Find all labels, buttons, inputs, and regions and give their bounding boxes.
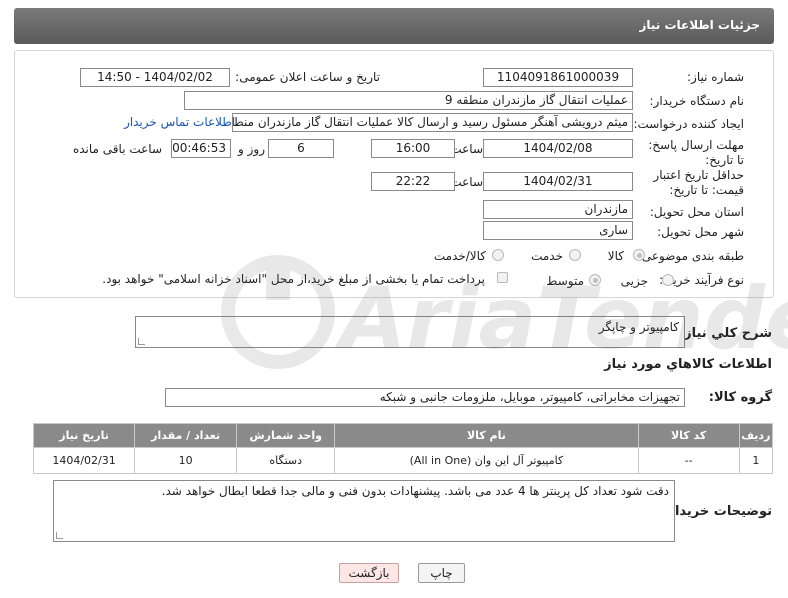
reply-time-label: ساعت	[450, 142, 483, 156]
summary-text: کامپیوتر و چاپگر	[598, 320, 679, 334]
goods-table: ردیف کد کالا نام کالا واحد شمارش تعداد /…	[32, 423, 774, 474]
city-label: شهر محل تحویل:	[657, 225, 744, 239]
col-row: ردیف	[738, 423, 774, 448]
buyer-org-label: نام دستگاه خریدار:	[649, 94, 745, 108]
buyer-notes-textarea[interactable]: دقت شود تعداد کل پرینتر ها 4 عدد می باشد…	[53, 480, 675, 542]
purchase-partial-label: جزیی	[620, 274, 648, 288]
col-unit: واحد شمارش	[236, 423, 336, 448]
purchase-medium-label: متوسط	[546, 274, 584, 288]
days-and-label: روز و	[238, 142, 265, 156]
reply-remaining-field: 00:46:53	[171, 139, 231, 158]
reply-date-field: 1404/02/08	[483, 139, 633, 158]
cell-row: 1	[738, 447, 774, 474]
reply-time-field: 16:00	[371, 139, 455, 158]
announce-datetime-field: 1404/02/02 - 14:50	[80, 68, 230, 87]
category-service-radio[interactable]	[569, 249, 581, 261]
goods-table-header: ردیف کد کالا نام کالا واحد شمارش تعداد /…	[32, 423, 774, 448]
resize-grip-icon	[138, 338, 145, 345]
price-time-label: ساعت	[450, 175, 483, 189]
remaining-label: ساعت باقی مانده	[72, 142, 162, 156]
print-button[interactable]: چاپ	[418, 563, 465, 583]
col-date: تاریخ نیاز	[32, 423, 136, 448]
buyer-notes-label: توضیحات خریدار:	[662, 504, 772, 519]
col-code: کد کالا	[637, 423, 740, 448]
col-name: نام کالا	[334, 423, 639, 448]
treasury-note: پرداخت تمام یا بخشی از مبلغ خرید،از محل …	[102, 272, 485, 286]
purchase-medium-radio[interactable]	[589, 274, 601, 286]
goods-group-field: تجهیزات مخابراتی، کامپیوتر، موبایل، ملزو…	[165, 388, 685, 407]
creator-field: میثم درویشی آهنگر مسئول رسید و ارسال کال…	[232, 113, 633, 132]
purchase-partial-radio[interactable]	[662, 274, 674, 286]
table-row: 1 -- کامپیوتر آل این وان (All in One) دس…	[32, 447, 774, 474]
buyer-org-field: عملیات انتقال گاز مازندران منطقه 9	[184, 91, 633, 110]
province-label: استان محل تحویل:	[649, 205, 744, 219]
category-service-label: خدمت	[531, 249, 563, 263]
cell-unit: دستگاه	[236, 447, 336, 474]
reply-days-field: 6	[268, 139, 334, 158]
need-number-field: 1104091861000039	[483, 68, 633, 87]
price-date-field: 1404/02/31	[483, 172, 633, 191]
goods-info-heading: اطلاعات کالاهاي مورد نياز	[604, 357, 772, 372]
category-label: طبقه بندی موضوعی:	[637, 249, 744, 263]
price-time-field: 22:22	[371, 172, 455, 191]
province-field: مازندران	[483, 200, 633, 219]
cell-code: --	[637, 447, 740, 474]
summary-textarea[interactable]: کامپیوتر و چاپگر	[135, 316, 685, 348]
goods-group-label: گروه کالا:	[708, 390, 772, 405]
cell-date: 1404/02/31	[32, 447, 136, 474]
category-goods-service-radio[interactable]	[492, 249, 504, 261]
category-goods-radio[interactable]	[633, 249, 645, 261]
page-title: جزئیات اطلاعات نیاز	[639, 18, 760, 32]
need-number-label: شماره نیاز:	[687, 70, 744, 84]
treasury-checkbox[interactable]	[497, 272, 508, 283]
price-validity-label: حداقل تاریخ اعتبار قیمت: تا تاریخ:	[653, 168, 744, 197]
page-header: جزئیات اطلاعات نیاز	[14, 8, 774, 44]
summary-label: شرح کلي نياز:	[678, 326, 772, 341]
category-goods-service-label: کالا/خدمت	[433, 249, 486, 263]
city-field: ساری	[483, 221, 633, 240]
reply-deadline-label: مهلت ارسال پاسخ: تا تاریخ:	[648, 138, 744, 167]
cell-name: کامپیوتر آل این وان (All in One)	[334, 447, 639, 474]
creator-label: ایجاد کننده درخواست:	[633, 117, 744, 131]
announce-datetime-label: تاریخ و ساعت اعلان عمومی:	[235, 70, 380, 84]
resize-grip-icon	[56, 532, 63, 539]
back-button[interactable]: بازگشت	[339, 563, 399, 583]
category-goods-label: کالا	[607, 249, 624, 263]
cell-qty: 10	[134, 447, 238, 474]
col-qty: تعداد / مقدار	[134, 423, 238, 448]
buyer-contact-link[interactable]: اطلاعات تماس خریدار	[124, 115, 235, 129]
buyer-notes-text: دقت شود تعداد کل پرینتر ها 4 عدد می باشد…	[161, 484, 669, 498]
